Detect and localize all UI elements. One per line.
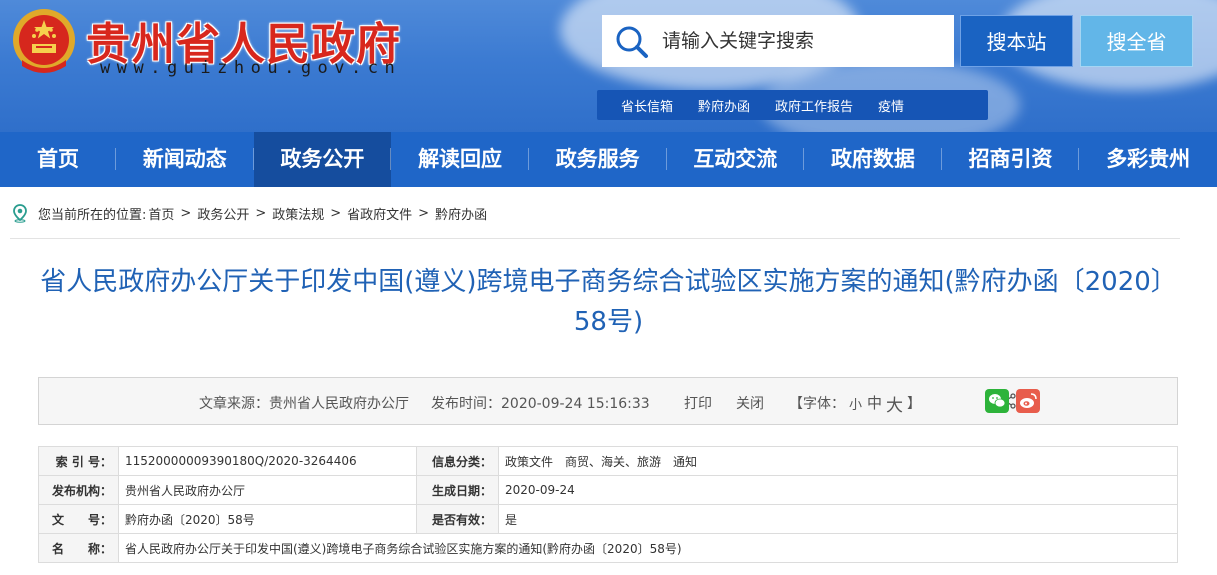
valid-value: 是 bbox=[498, 504, 1178, 534]
search-input[interactable] bbox=[662, 27, 942, 55]
nav-interpretation[interactable]: 解读回应 bbox=[391, 132, 529, 187]
article-source: 文章来源：贵州省人民政府办公厅 bbox=[199, 396, 409, 412]
table-row: 发布机构： 贵州省人民政府办公厅 生成日期： 2020-09-24 bbox=[38, 475, 1178, 505]
wechat-icon[interactable] bbox=[985, 389, 1009, 413]
name-value: 省人民政府办公厅关于印发中国(遵义)跨境电子商务综合试验区实施方案的通知(黔府办… bbox=[118, 533, 1178, 563]
font-size-label-close: 】 bbox=[907, 396, 921, 412]
publish-time: 发布时间：2020-09-24 15:16:33 bbox=[431, 396, 650, 412]
site-url: www.guizhou.gov.cn bbox=[100, 58, 402, 78]
font-small-button[interactable]: 小 bbox=[849, 394, 862, 413]
quick-links: 省长信箱 黔府办函 政府工作报告 疫情 bbox=[597, 90, 988, 120]
table-row: 名 称： 省人民政府办公厅关于印发中国(遵义)跨境电子商务综合试验区实施方案的通… bbox=[38, 533, 1178, 563]
print-button[interactable]: 打印 bbox=[684, 393, 712, 413]
index-value: 11520000009390180Q/2020-3264406 bbox=[118, 446, 417, 476]
name-label: 名 称： bbox=[38, 533, 119, 563]
site-header: 贵州省人民政府 www.guizhou.gov.cn 搜本站 搜全省 省长信箱 … bbox=[0, 0, 1217, 132]
weibo-icon[interactable] bbox=[1016, 389, 1040, 413]
search-site-button[interactable]: 搜本站 bbox=[960, 15, 1073, 67]
docno-label: 文 号： bbox=[38, 504, 119, 534]
quick-link-qianfu-letters[interactable]: 黔府办函 bbox=[698, 96, 750, 115]
main-nav: 首页 新闻动态 政务公开 解读回应 政务服务 互动交流 政府数据 招商引资 多彩… bbox=[0, 132, 1217, 187]
category-value: 政策文件 商贸、海关、旅游 通知 bbox=[498, 446, 1178, 476]
nav-data[interactable]: 政府数据 bbox=[804, 132, 942, 187]
nav-home[interactable]: 首页 bbox=[0, 132, 116, 187]
breadcrumb-separator: > bbox=[255, 205, 267, 221]
location-pin-icon bbox=[13, 204, 27, 223]
font-size-label: 【字体： bbox=[789, 396, 845, 412]
valid-label: 是否有效： bbox=[416, 504, 499, 534]
document-info-table: 索 引 号： 11520000009390180Q/2020-3264406 信… bbox=[38, 446, 1178, 563]
breadcrumb-government-affairs[interactable]: 政务公开 bbox=[197, 204, 249, 223]
search-box bbox=[602, 15, 954, 67]
category-label: 信息分类： bbox=[416, 446, 499, 476]
index-label: 索 引 号： bbox=[38, 446, 119, 476]
date-label: 生成日期： bbox=[416, 475, 499, 505]
date-value: 2020-09-24 bbox=[498, 475, 1178, 505]
search-province-button[interactable]: 搜全省 bbox=[1080, 15, 1193, 67]
breadcrumb-home[interactable]: 首页 bbox=[148, 204, 174, 223]
article-title: 省人民政府办公厅关于印发中国(遵义)跨境电子商务综合试验区实施方案的通知(黔府办… bbox=[40, 267, 1177, 337]
quick-link-governor-mailbox[interactable]: 省长信箱 bbox=[621, 96, 673, 115]
breadcrumb-policies[interactable]: 政策法规 bbox=[272, 204, 324, 223]
breadcrumb-provincial-documents[interactable]: 省政府文件 bbox=[347, 204, 412, 223]
issuer-value: 贵州省人民政府办公厅 bbox=[118, 475, 417, 505]
divider bbox=[10, 238, 1180, 239]
nav-government-affairs[interactable]: 政务公开 bbox=[253, 132, 392, 187]
quick-link-epidemic[interactable]: 疫情 bbox=[878, 96, 904, 115]
issuer-label: 发布机构： bbox=[38, 475, 119, 505]
nav-interaction[interactable]: 互动交流 bbox=[667, 132, 805, 187]
search-icon[interactable] bbox=[614, 24, 650, 60]
breadcrumb: 您当前所在的位置: 首页 > 政务公开 > 政策法规 > 省政府文件 > 黔府办… bbox=[10, 200, 487, 226]
breadcrumb-separator: > bbox=[180, 205, 192, 221]
close-button[interactable]: 关闭 bbox=[736, 393, 764, 413]
nav-investment[interactable]: 招商引资 bbox=[942, 132, 1080, 187]
breadcrumb-separator: > bbox=[330, 205, 342, 221]
table-row: 文 号： 黔府办函〔2020〕58号 是否有效： 是 bbox=[38, 504, 1178, 534]
docno-value: 黔府办函〔2020〕58号 bbox=[118, 504, 417, 534]
quick-link-work-report[interactable]: 政府工作报告 bbox=[775, 96, 853, 115]
breadcrumb-separator: > bbox=[418, 205, 430, 221]
nav-news[interactable]: 新闻动态 bbox=[116, 132, 254, 187]
table-row: 索 引 号： 11520000009390180Q/2020-3264406 信… bbox=[38, 446, 1178, 476]
nav-colorful-guizhou[interactable]: 多彩贵州 bbox=[1079, 132, 1217, 187]
breadcrumb-prefix: 您当前所在的位置: bbox=[38, 207, 147, 223]
font-medium-button[interactable]: 中 bbox=[867, 392, 882, 413]
national-emblem-icon[interactable] bbox=[8, 6, 80, 80]
breadcrumb-qianfu-letters[interactable]: 黔府办函 bbox=[435, 204, 487, 223]
font-large-button[interactable]: 大 bbox=[886, 391, 903, 416]
nav-services[interactable]: 政务服务 bbox=[529, 132, 667, 187]
